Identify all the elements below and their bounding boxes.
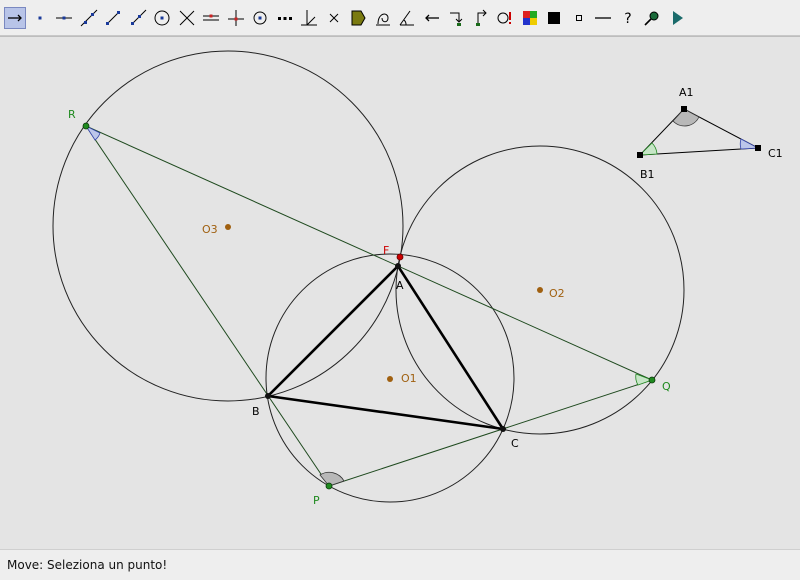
filled-square-icon[interactable] bbox=[543, 7, 565, 29]
angle-mark-p bbox=[319, 471, 345, 487]
dotted-line-icon[interactable] bbox=[274, 7, 296, 29]
label-b: B bbox=[252, 405, 260, 418]
label-p: P bbox=[313, 494, 320, 507]
translate-icon[interactable] bbox=[445, 7, 467, 29]
point-r[interactable] bbox=[82, 122, 90, 130]
circle-icon[interactable] bbox=[151, 7, 173, 29]
color-palette-icon[interactable] bbox=[519, 7, 541, 29]
polygon-icon[interactable] bbox=[347, 7, 369, 29]
geometry-figure[interactable]: R P Q F A B C O1 O2 O3 A1 B1 C1 bbox=[0, 37, 800, 549]
ray-icon[interactable] bbox=[127, 7, 149, 29]
move-tool-icon[interactable] bbox=[4, 6, 26, 29]
angle-bisector-icon[interactable] bbox=[298, 7, 320, 29]
label-o2: O2 bbox=[549, 287, 565, 300]
line-through-two-points-icon[interactable] bbox=[78, 7, 100, 29]
delete-icon[interactable] bbox=[323, 7, 345, 29]
arrow-left-icon[interactable] bbox=[421, 7, 443, 29]
segment-b1c1[interactable] bbox=[639, 147, 759, 156]
help-icon[interactable]: ? bbox=[617, 7, 639, 29]
drawing-canvas[interactable]: R P Q F A B C O1 O2 O3 A1 B1 C1 bbox=[0, 36, 800, 550]
label-r: R bbox=[68, 108, 76, 121]
point-on-object-icon[interactable] bbox=[53, 7, 75, 29]
play-icon[interactable] bbox=[666, 7, 688, 29]
svg-text:?: ? bbox=[624, 11, 631, 27]
point-p[interactable] bbox=[325, 482, 333, 490]
label-q: Q bbox=[662, 380, 671, 393]
line-rq[interactable] bbox=[85, 125, 653, 381]
label-b1: B1 bbox=[640, 168, 655, 181]
label-c: C bbox=[511, 437, 519, 450]
label-f: F bbox=[383, 244, 389, 257]
point-q[interactable] bbox=[648, 376, 656, 384]
triangle-abc[interactable] bbox=[265, 263, 506, 431]
label-a: A bbox=[396, 279, 404, 292]
midpoint-icon[interactable] bbox=[249, 7, 271, 29]
point-o3[interactable] bbox=[225, 224, 231, 230]
parallel-line-icon[interactable] bbox=[200, 7, 222, 29]
macro-icon[interactable] bbox=[494, 7, 516, 29]
point-a1[interactable] bbox=[681, 106, 687, 112]
angle-icon[interactable] bbox=[396, 7, 418, 29]
point-b[interactable] bbox=[265, 393, 271, 399]
point-a[interactable] bbox=[395, 263, 401, 269]
small-square-icon[interactable] bbox=[568, 7, 590, 29]
point-b1[interactable] bbox=[637, 152, 643, 158]
label-a1: A1 bbox=[679, 86, 694, 99]
toolbar: ? bbox=[0, 0, 800, 36]
point-c[interactable] bbox=[500, 426, 506, 432]
point-c1[interactable] bbox=[755, 145, 761, 151]
line-style-icon[interactable] bbox=[592, 7, 614, 29]
segment-icon[interactable] bbox=[102, 7, 124, 29]
new-point-icon[interactable] bbox=[29, 7, 51, 29]
status-bar: Move: Seleziona un punto! bbox=[0, 549, 800, 580]
rotate-icon[interactable] bbox=[470, 7, 492, 29]
point-f[interactable] bbox=[396, 253, 404, 261]
line-pq[interactable] bbox=[328, 379, 653, 487]
label-c1: C1 bbox=[768, 147, 783, 160]
label-o1: O1 bbox=[401, 372, 417, 385]
perpendicular-line-icon[interactable] bbox=[225, 7, 247, 29]
point-o2[interactable] bbox=[537, 287, 543, 293]
locus-icon[interactable] bbox=[372, 7, 394, 29]
status-text: Move: Seleziona un punto! bbox=[7, 558, 168, 572]
label-o3: O3 bbox=[202, 223, 218, 236]
point-o1[interactable] bbox=[387, 376, 393, 382]
intersect-icon[interactable] bbox=[176, 7, 198, 29]
magnifier-icon[interactable] bbox=[641, 7, 663, 29]
